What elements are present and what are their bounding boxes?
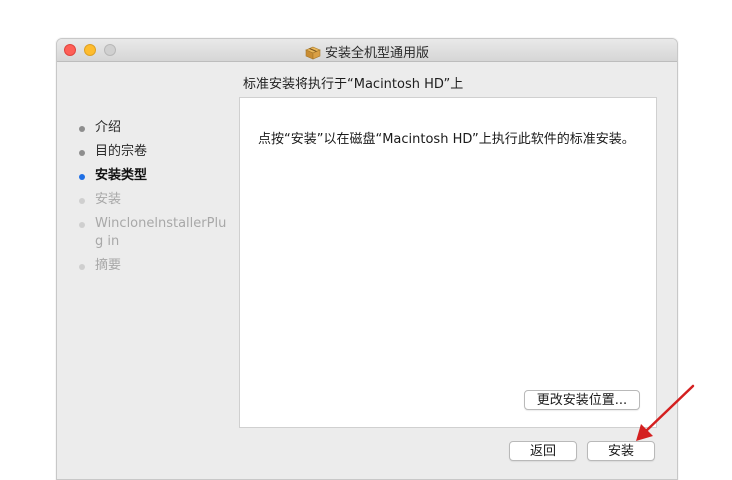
step-destination: 目的宗卷 (75, 143, 235, 161)
package-icon (305, 46, 321, 64)
step-dot (79, 198, 85, 204)
title-bar[interactable]: 安装全机型通用版 (57, 39, 677, 62)
window-title: 安装全机型通用版 (324, 46, 429, 61)
step-label: 目的宗卷 (95, 144, 148, 159)
page-heading: 标准安装将执行于“Macintosh HD”上 (243, 77, 464, 92)
step-dot (79, 150, 85, 156)
content-panel: 点按“安装”以在磁盘“Macintosh HD”上执行此软件的标准安装。 更改安… (239, 97, 657, 428)
window-title-area: 安装全机型通用版 (57, 42, 677, 64)
step-label: 安装 (95, 192, 122, 207)
step-installation-type: 安装类型 (75, 167, 235, 185)
step-label: 安装类型 (95, 168, 148, 183)
step-summary: 摘要 (75, 257, 235, 275)
step-dot (79, 264, 85, 270)
back-button[interactable]: 返回 (509, 441, 577, 461)
install-button[interactable]: 安装 (587, 441, 655, 461)
change-install-location-button[interactable]: 更改安装位置... (524, 390, 640, 410)
step-label: 摘要 (95, 258, 122, 273)
installer-window: 安装全机型通用版 标准安装将执行于“Macintosh HD”上 介绍 目的宗卷… (56, 38, 678, 480)
step-plugin: WinclonelnstallerPlug in (75, 215, 235, 251)
step-introduction: 介绍 (75, 119, 235, 137)
step-install: 安装 (75, 191, 235, 209)
install-message: 点按“安装”以在磁盘“Macintosh HD”上执行此软件的标准安装。 (258, 132, 635, 147)
step-dot (79, 174, 85, 180)
step-label: WinclonelnstallerPlug in (95, 216, 227, 249)
step-list: 介绍 目的宗卷 安装类型 安装 WinclonelnstallerPlug in… (75, 119, 235, 281)
step-dot (79, 126, 85, 132)
step-dot (79, 222, 85, 228)
step-label: 介绍 (95, 120, 122, 135)
